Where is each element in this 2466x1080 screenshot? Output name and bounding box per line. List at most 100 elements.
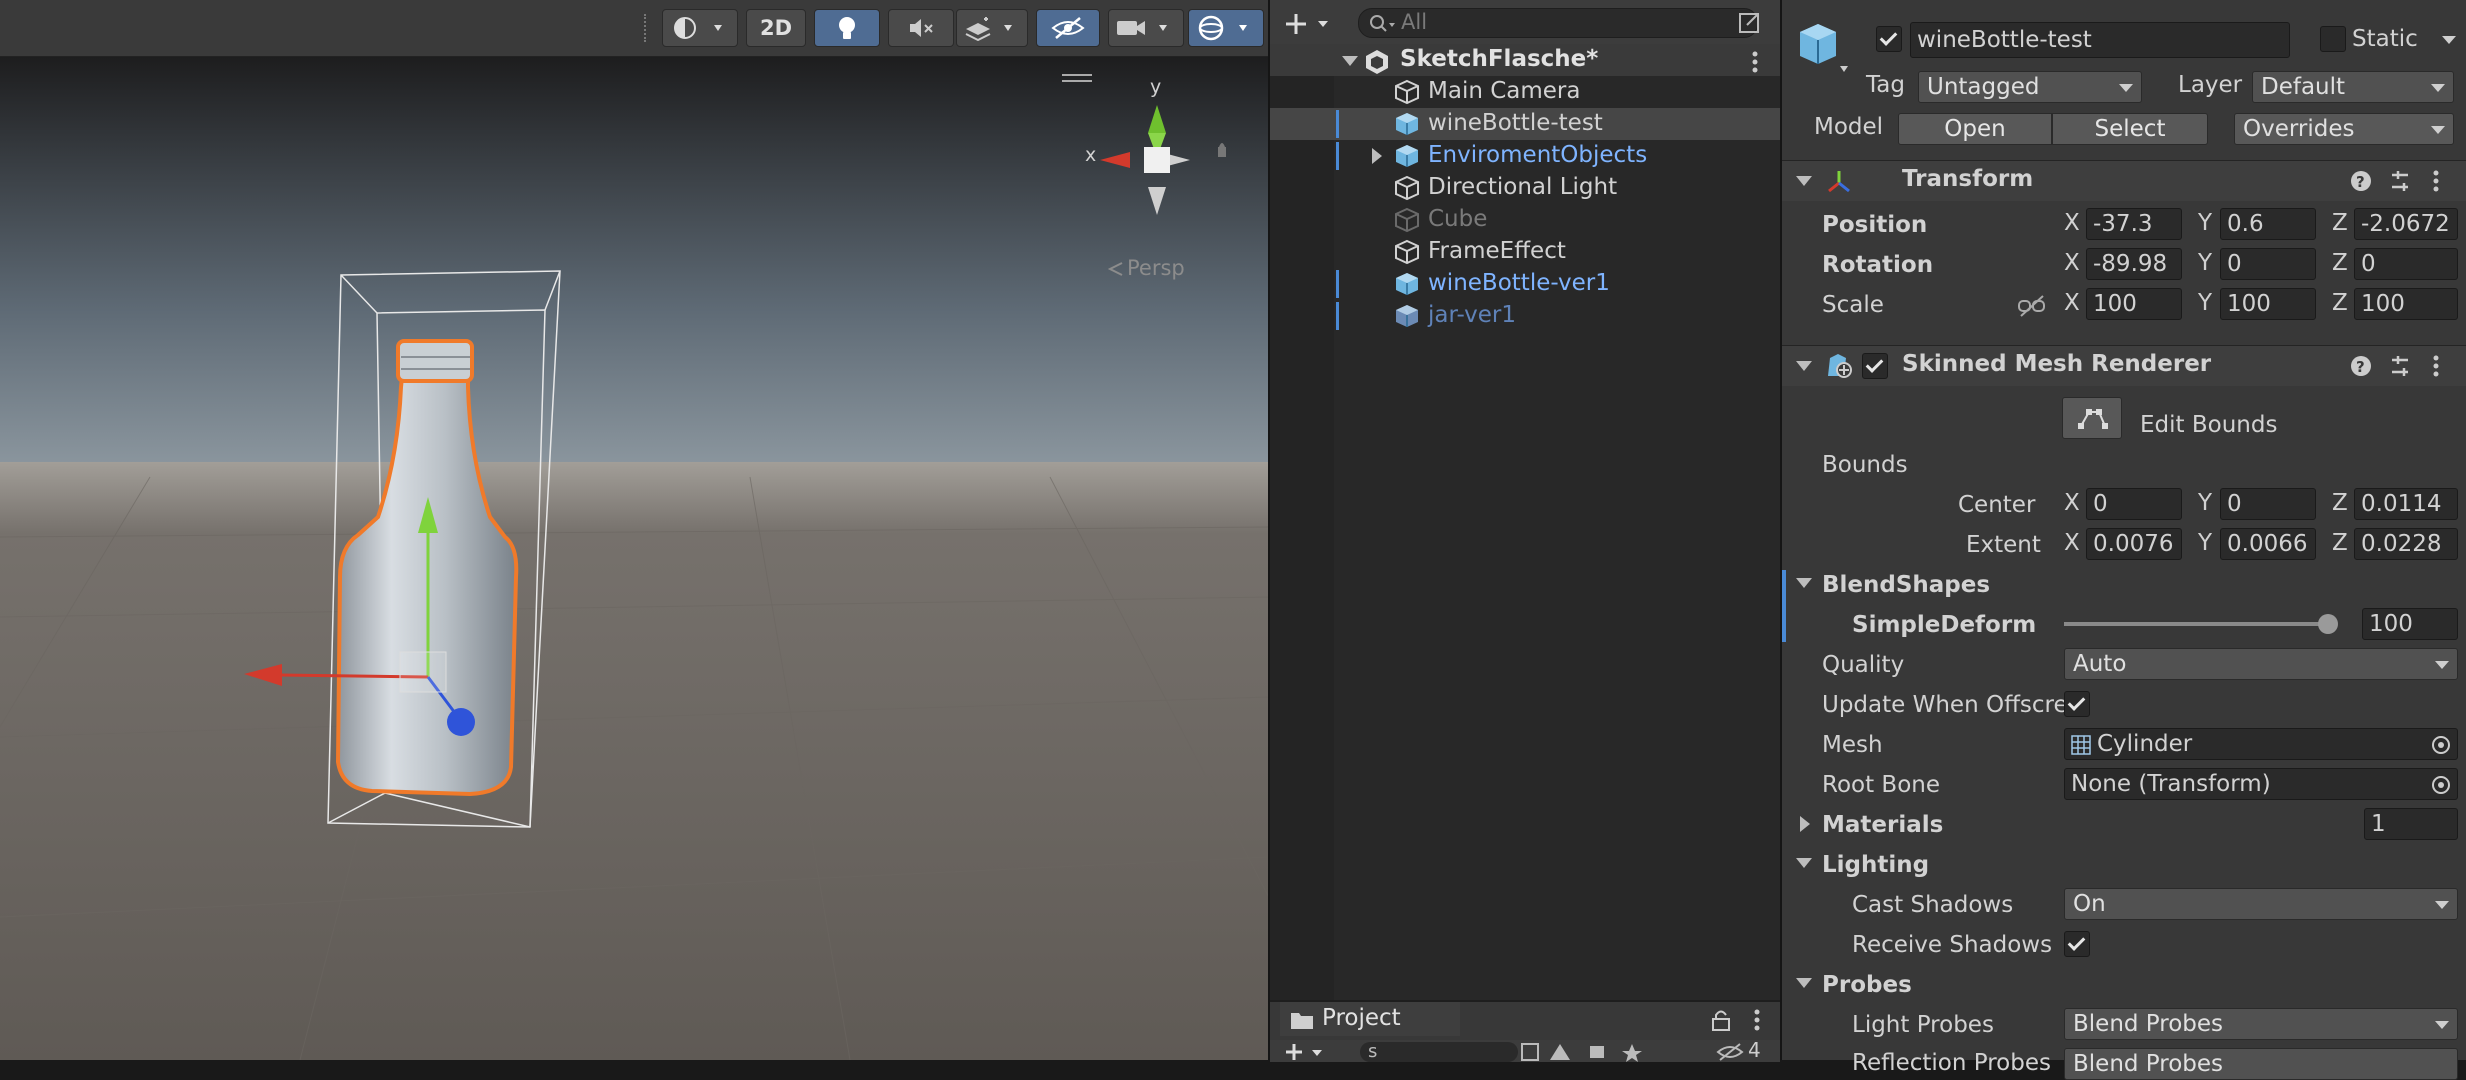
- extent-z-field[interactable]: 0.0228: [2354, 528, 2458, 560]
- simpledeform-slider-track[interactable]: [2064, 614, 2338, 634]
- hierarchy-item[interactable]: FrameEffect: [1270, 236, 1780, 268]
- 2d-toggle-button[interactable]: 2D: [746, 9, 806, 47]
- center-x-field[interactable]: 0: [2086, 488, 2182, 520]
- extent-y-field[interactable]: 0.0066: [2220, 528, 2316, 560]
- kebab-menu-icon[interactable]: [1752, 1008, 1762, 1032]
- position-y-axis-label[interactable]: Y: [2198, 210, 2212, 236]
- gizmos-button[interactable]: [1188, 9, 1264, 47]
- active-checkbox[interactable]: [1876, 26, 1902, 52]
- foldout-arrow-icon[interactable]: [1796, 578, 1812, 588]
- skinned-mesh-renderer-header[interactable]: Skinned Mesh Renderer ?: [1782, 345, 2466, 386]
- lighting-toggle-button[interactable]: [814, 9, 880, 47]
- scale-z-axis-label[interactable]: Z: [2332, 290, 2348, 316]
- scene-visibility-button[interactable]: [1036, 9, 1100, 47]
- simpledeform-value-field[interactable]: 100: [2362, 608, 2458, 640]
- static-dropdown-arrow-icon[interactable]: [2442, 36, 2456, 44]
- update-offscreen-checkbox[interactable]: [2064, 691, 2090, 717]
- camera-settings-button[interactable]: [1108, 9, 1184, 47]
- foldout-arrow-icon[interactable]: [1800, 816, 1810, 832]
- project-filter-icons[interactable]: [1520, 1042, 1660, 1062]
- scale-x-field[interactable]: 100: [2086, 288, 2182, 320]
- quality-dropdown[interactable]: Auto: [2064, 648, 2458, 680]
- select-button[interactable]: Select: [2052, 113, 2208, 145]
- hierarchy-item[interactable]: Cube: [1270, 204, 1780, 236]
- hierarchy-item[interactable]: Directional Light: [1270, 172, 1780, 204]
- extent-y-axis-label[interactable]: Y: [2198, 530, 2212, 556]
- simpledeform-slider-thumb[interactable]: [2318, 614, 2338, 634]
- open-button[interactable]: Open: [1898, 113, 2052, 145]
- hierarchy-item[interactable]: EnviromentObjects: [1270, 140, 1780, 172]
- hierarchy-item[interactable]: wineBottle-test: [1270, 108, 1780, 140]
- transform-header[interactable]: Transform ?: [1782, 160, 2466, 201]
- foldout-arrow-icon[interactable]: [1796, 361, 1812, 371]
- position-x-axis-label[interactable]: X: [2064, 210, 2080, 236]
- component-header-icons[interactable]: ?: [2350, 169, 2460, 195]
- position-z-field[interactable]: -2.0672: [2354, 208, 2458, 240]
- scale-y-axis-label[interactable]: Y: [2198, 290, 2212, 316]
- hierarchy-item[interactable]: wineBottle-ver1: [1270, 268, 1780, 300]
- scale-z-field[interactable]: 100: [2354, 288, 2458, 320]
- static-checkbox[interactable]: [2320, 26, 2346, 52]
- position-x-field[interactable]: -37.3: [2086, 208, 2182, 240]
- extent-x-axis-label[interactable]: X: [2064, 530, 2080, 556]
- object-picker-icon[interactable]: [2431, 775, 2451, 795]
- hidden-packages-icon[interactable]: [1716, 1042, 1746, 1062]
- object-name-field[interactable]: wineBottle-test: [1910, 22, 2290, 58]
- extent-x-field[interactable]: 0.0076: [2086, 528, 2182, 560]
- hierarchy-scene-row[interactable]: SketchFlasche*: [1270, 44, 1780, 76]
- unlink-scale-icon[interactable]: [2018, 294, 2046, 318]
- lock-icon[interactable]: [1710, 1008, 1732, 1032]
- rotation-z-axis-label[interactable]: Z: [2332, 250, 2348, 276]
- create-dropdown-button[interactable]: [1284, 6, 1336, 42]
- materials-count-field[interactable]: 1: [2364, 808, 2458, 840]
- tag-dropdown[interactable]: Untagged: [1918, 71, 2142, 103]
- foldout-arrow-icon[interactable]: [1796, 858, 1812, 868]
- extent-z-axis-label[interactable]: Z: [2332, 530, 2348, 556]
- project-search-input[interactable]: s: [1360, 1042, 1518, 1062]
- foldout-arrow-icon[interactable]: [1796, 978, 1812, 988]
- foldout-arrow-icon[interactable]: [1372, 148, 1382, 164]
- hierarchy-item[interactable]: Main Camera: [1270, 76, 1780, 108]
- center-y-axis-label[interactable]: Y: [2198, 490, 2212, 516]
- rotation-y-axis-label[interactable]: Y: [2198, 250, 2212, 276]
- position-z-axis-label[interactable]: Z: [2332, 210, 2348, 236]
- draw-mode-button[interactable]: [662, 9, 738, 47]
- mesh-field[interactable]: Cylinder: [2064, 728, 2458, 760]
- hierarchy-item[interactable]: jar-ver1: [1270, 300, 1780, 332]
- reflection-probes-dropdown[interactable]: Blend Probes: [2064, 1048, 2458, 1080]
- overrides-dropdown[interactable]: Overrides: [2234, 113, 2454, 145]
- light-probes-dropdown[interactable]: Blend Probes: [2064, 1008, 2458, 1040]
- layer-dropdown[interactable]: Default: [2252, 71, 2454, 103]
- renderer-enabled-checkbox[interactable]: [1862, 353, 1888, 379]
- center-z-field[interactable]: 0.0114: [2354, 488, 2458, 520]
- projection-label[interactable]: Persp: [1127, 256, 1185, 280]
- rotation-z-field[interactable]: 0: [2354, 248, 2458, 280]
- cast-shadows-dropdown[interactable]: On: [2064, 888, 2458, 920]
- center-z-axis-label[interactable]: Z: [2332, 490, 2348, 516]
- tab-project[interactable]: Project: [1280, 1002, 1460, 1036]
- rotation-y-field[interactable]: 0: [2220, 248, 2316, 280]
- hierarchy-search[interactable]: All: [1358, 8, 1758, 38]
- pop-out-button[interactable]: [1738, 10, 1762, 36]
- rotation-x-field[interactable]: -89.98: [2086, 248, 2182, 280]
- component-header-icons[interactable]: ?: [2350, 354, 2460, 380]
- center-x-axis-label[interactable]: X: [2064, 490, 2080, 516]
- edit-bounds-button[interactable]: [2062, 397, 2122, 439]
- effects-dropdown-button[interactable]: [956, 9, 1028, 47]
- scale-x-axis-label[interactable]: X: [2064, 290, 2080, 316]
- panel-divider[interactable]: [1268, 0, 1270, 1060]
- rootbone-field[interactable]: None (Transform): [2064, 768, 2458, 800]
- object-picker-icon[interactable]: [2431, 735, 2451, 755]
- scene-view[interactable]: 2D x y Persp: [0, 0, 1268, 1060]
- receive-shadows-checkbox[interactable]: [2064, 931, 2090, 957]
- foldout-arrow-icon[interactable]: [1796, 176, 1812, 186]
- foldout-arrow-icon[interactable]: [1342, 56, 1358, 66]
- center-y-field[interactable]: 0: [2220, 488, 2316, 520]
- plus-icon[interactable]: [1284, 1042, 1330, 1062]
- kebab-menu-icon[interactable]: [1750, 50, 1760, 74]
- audio-toggle-button[interactable]: [888, 9, 954, 47]
- rotation-x-axis-label[interactable]: X: [2064, 250, 2080, 276]
- position-y-field[interactable]: 0.6: [2220, 208, 2316, 240]
- panel-divider[interactable]: [1780, 0, 1782, 1060]
- scene-viewport[interactable]: x y Persp: [0, 57, 1268, 1060]
